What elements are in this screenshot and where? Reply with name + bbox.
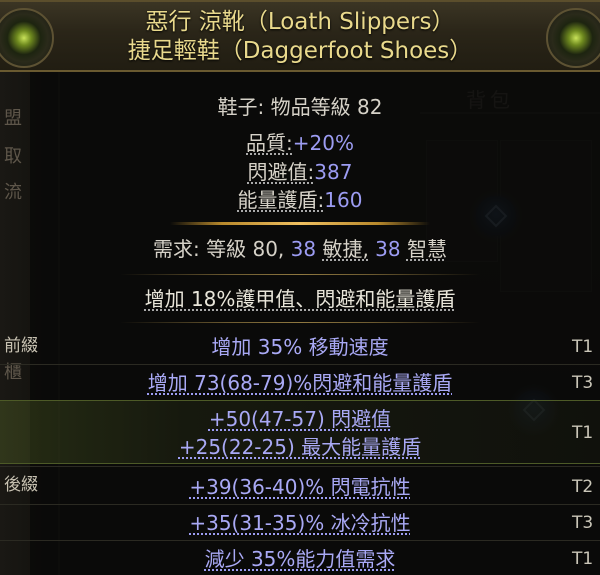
quality-label: 品質: bbox=[246, 131, 293, 155]
mod-text: 增加 73(68-79)%閃避和能量護盾 bbox=[147, 371, 453, 395]
explicit-mod: +25(22-25) 最大能量護盾 bbox=[0, 434, 600, 460]
mod-text: +35(31-35)% 冰冷抗性 bbox=[189, 511, 411, 535]
energy-shield-label: 能量護盾: bbox=[237, 188, 325, 212]
mod-tier: T2 bbox=[572, 477, 594, 497]
explicit-mod: 增加 73(68-79)%閃避和能量護盾 bbox=[0, 370, 600, 396]
mod-text: 增加 35% 移動速度 bbox=[211, 335, 389, 359]
quality-line: 品質:+20% bbox=[0, 130, 600, 156]
tooltip-separator bbox=[170, 222, 430, 225]
mod-tier: T1 bbox=[572, 423, 594, 443]
mod-row-divider bbox=[0, 364, 600, 365]
mod-tier: T3 bbox=[572, 373, 594, 393]
item-class-label: 鞋子: bbox=[217, 95, 265, 119]
mod-text: +39(36-40)% 閃電抗性 bbox=[189, 475, 411, 499]
energy-shield-line: 能量護盾:160 bbox=[0, 187, 600, 213]
explicit-mod: +50(47-57) 閃避值 bbox=[0, 406, 600, 432]
quality-value: +20% bbox=[292, 131, 354, 155]
requirement-int-value: 38 bbox=[375, 237, 401, 261]
explicit-mod: 增加 35% 移動速度 bbox=[0, 334, 600, 360]
mod-tier: T3 bbox=[572, 513, 594, 533]
requirement-dex-value: 38 bbox=[290, 237, 317, 261]
item-name: 惡行 涼靴（Loath Slippers） bbox=[145, 9, 455, 35]
mod-text: +50(47-57) 閃避值 bbox=[208, 407, 392, 431]
requirements-label: 需求: bbox=[153, 237, 200, 261]
evasion-value: 387 bbox=[314, 160, 353, 184]
explicit-mod: +39(36-40)% 閃電抗性 bbox=[0, 474, 600, 500]
mod-row-divider bbox=[0, 540, 600, 541]
requirement-int-label: 智慧 bbox=[406, 237, 447, 261]
item-base-type: 捷足輕鞋（Daggerfoot Shoes） bbox=[127, 38, 473, 64]
mod-tier: T1 bbox=[572, 549, 594, 569]
implicit-mod: 增加 18%護甲值、閃避和能量護盾 bbox=[0, 286, 600, 312]
explicit-mod: +35(31-35)% 冰冷抗性 bbox=[0, 510, 600, 536]
explicit-mod: 減少 35%能力值需求 bbox=[0, 546, 600, 572]
item-level: 物品等級 82 bbox=[270, 95, 383, 119]
item-tooltip-header: 惡行 涼靴（Loath Slippers） 捷足輕鞋（Daggerfoot Sh… bbox=[0, 0, 600, 72]
requirement-level: 等級 80, bbox=[206, 237, 285, 261]
mod-row-divider bbox=[0, 504, 600, 505]
implicit-mod-text: 增加 18%護甲值、閃避和能量護盾 bbox=[144, 287, 456, 311]
item-class-line: 鞋子: 物品等級 82 bbox=[0, 94, 600, 120]
energy-shield-value: 160 bbox=[324, 188, 363, 212]
requirements-line: 需求: 等級 80, 38 敏捷, 38 智慧 bbox=[0, 236, 600, 262]
mod-tier: T1 bbox=[572, 337, 594, 357]
tooltip-separator bbox=[120, 322, 480, 323]
evasion-line: 閃避值:387 bbox=[0, 159, 600, 185]
requirement-dex-label: 敏捷, bbox=[322, 237, 369, 261]
tooltip-separator bbox=[120, 274, 480, 275]
mod-text: +25(22-25) 最大能量護盾 bbox=[178, 435, 422, 459]
evasion-label: 閃避值: bbox=[247, 160, 315, 184]
mod-text: 減少 35%能力值需求 bbox=[204, 547, 396, 571]
mod-row-divider bbox=[0, 466, 600, 467]
